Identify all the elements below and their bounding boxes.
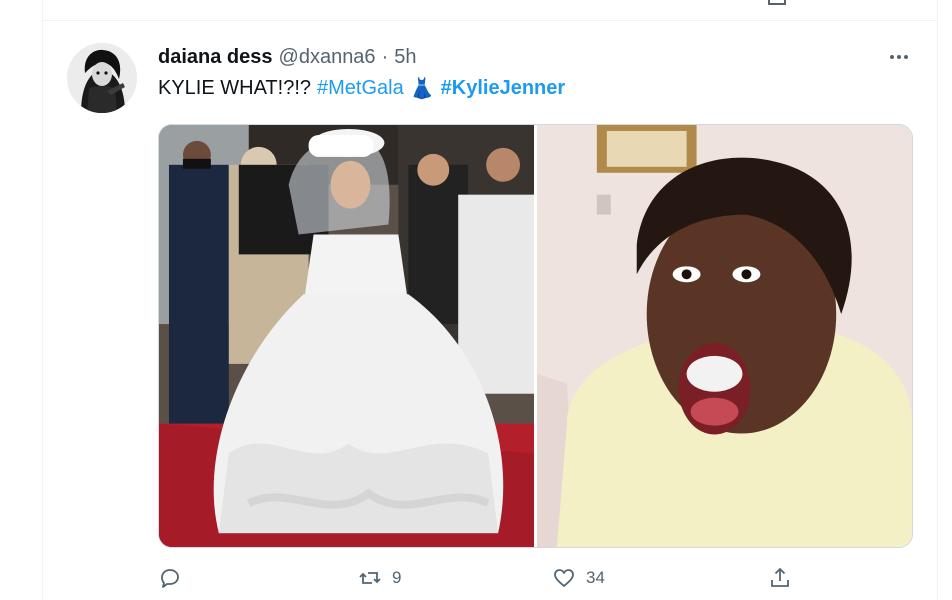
like-count: 34 (586, 568, 605, 587)
media-grid (158, 124, 913, 548)
met-gala-photo (159, 125, 534, 547)
like-button[interactable]: 34 (552, 566, 605, 590)
retweet-icon (359, 572, 381, 584)
page-right-margin (937, 0, 952, 600)
tweet-text-prefix: KYLIE WHAT!?!? (158, 77, 312, 99)
hashtag-metgala[interactable]: #MetGala (317, 77, 404, 100)
tweet-divider (43, 20, 937, 21)
dress-emoji: 👗 (409, 78, 435, 100)
avatar-illustration (67, 43, 137, 113)
reply-button[interactable] (158, 566, 192, 590)
page-left-margin (0, 0, 43, 600)
avatar[interactable] (67, 43, 137, 113)
reply-icon (161, 569, 179, 588)
media-photo-left[interactable] (159, 125, 534, 547)
tweet-actions: 9 34 (158, 566, 798, 600)
more-options-button[interactable] (880, 44, 918, 70)
more-horizontal-icon (890, 55, 908, 59)
share-icon-previous[interactable] (768, 0, 786, 5)
tweet-header: daiana dess @dxanna6 · 5h (158, 46, 416, 70)
user-handle[interactable]: @dxanna6 (279, 46, 376, 69)
display-name[interactable]: daiana dess (158, 46, 273, 69)
share-button[interactable] (768, 566, 802, 590)
media-photo-right[interactable] (537, 125, 912, 547)
tweet-text: KYLIE WHAT!?!? #MetGala 👗 #KylieJenner (158, 76, 565, 101)
retweet-button[interactable]: 9 (358, 566, 401, 590)
tweet-timestamp[interactable]: 5h (394, 46, 416, 69)
screaming-woman-photo (537, 125, 912, 547)
retweet-count: 9 (392, 568, 402, 587)
share-icon (771, 567, 789, 587)
hashtag-kyliejenner[interactable]: #KylieJenner (441, 77, 566, 100)
separator-dot: · (381, 46, 389, 68)
heart-icon (554, 569, 574, 587)
